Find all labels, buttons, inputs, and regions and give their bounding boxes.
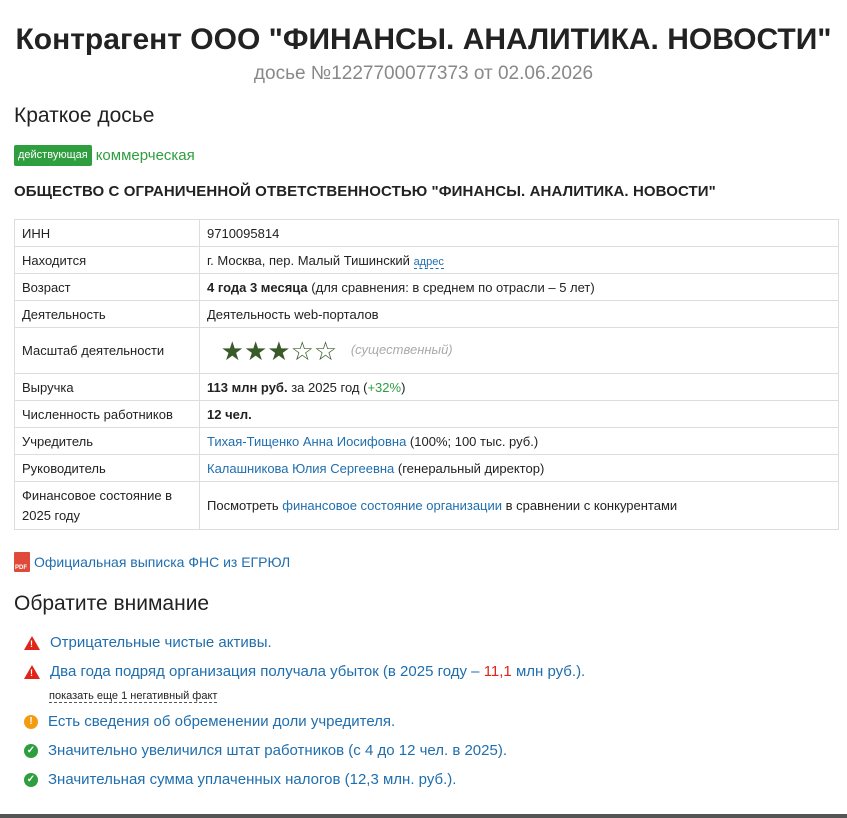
attention-heading: Обратите внимание [14,592,210,615]
star-filled-icon: ★ [267,335,291,366]
table-row: Численность работников 12 чел. [14,400,839,428]
dossier-subtitle: досье №1227700077373 от 02.06.2026 [253,63,594,84]
finance-link[interactable]: финансовое состояние организации [282,498,502,513]
activity-value: Деятельность web-порталов [199,300,839,328]
page-title: Контрагент ООО "ФИНАНСЫ. АНАЛИТИКА. НОВО… [14,0,833,58]
status-type: коммерческая [95,146,195,164]
brief-heading: Краткое досье [14,104,155,127]
table-row: Находится г. Москва, пер. Малый Тишински… [14,246,839,274]
list-item: ✓ Значительно увеличился штат работников… [24,736,833,765]
head-link[interactable]: Калашникова Юлия Сергеевна [207,461,394,476]
age-label: Возраст [14,273,200,301]
table-row: Возраст 4 года 3 месяца (для сравнения: … [14,273,839,301]
note-losses-prefix: Два года подряд организация получала убы… [50,663,484,680]
table-row: Выручка 113 млн руб. за 2025 год (+32%) [14,373,839,401]
bottom-bar [0,814,847,818]
pdf-icon [14,552,30,572]
table-row: Учредитель Тихая-Тищенко Анна Иосифовна … [14,427,839,455]
star-empty-icon: ☆ [290,335,314,366]
founder-link[interactable]: Тихая-Тищенко Анна Иосифовна [207,434,406,449]
revenue-growth: +32% [367,379,402,395]
location-cell: г. Москва, пер. Малый Тишинский адрес [199,246,839,274]
list-item: ✓ Значительная сумма уплаченных налогов … [24,765,833,794]
star-filled-icon: ★ [243,335,268,366]
attention-list: ! Отрицательные чистые активы. ! Два год… [24,628,833,794]
list-item: ! Отрицательные чистые активы. [24,628,833,657]
warning-icon: ! [24,664,40,679]
note-taxes[interactable]: Значительная сумма уплаченных налогов (1… [48,771,456,788]
staff-label: Численность работников [14,400,200,428]
note-encumbrance[interactable]: Есть сведения об обременении доли учреди… [48,713,395,730]
table-row: ИНН 9710095814 [14,219,839,247]
head-label: Руководитель [14,454,200,482]
age-cell: 4 года 3 месяца (для сравнения: в средне… [199,273,839,301]
scale-cell: ★ ★ ★ ☆ ☆ (существенный) [199,327,839,374]
finance-suffix: в сравнении с конкурентами [502,498,678,513]
revenue-cell: 113 млн руб. за 2025 год (+32%) [199,373,839,401]
finance-label: Финансовое состояние в 2025 году [14,481,200,530]
revenue-label: Выручка [14,373,200,401]
star-filled-icon: ★ [220,335,244,366]
list-item: ! Есть сведения об обременении доли учре… [24,707,833,736]
revenue-close: ) [401,379,406,395]
scale-label: Масштаб деятельности [14,327,200,374]
company-full-name: ОБЩЕСТВО С ОГРАНИЧЕННОЙ ОТВЕТСТВЕННОСТЬЮ… [14,183,716,200]
egrul-extract-link[interactable]: Официальная выписка ФНС из ЕГРЮЛ [34,554,290,570]
status-badge: действующая [14,144,92,166]
note-negative-assets[interactable]: Отрицательные чистые активы. [50,634,272,651]
note-losses-value: 11,1 [483,663,512,680]
staff-cell: 12 чел. [199,400,839,428]
status-row: действующая коммерческая [14,144,833,166]
show-more-link[interactable]: показать еще 1 негативный факт [49,690,218,703]
age-value: 4 года 3 месяца [207,279,308,295]
egrul-extract-row[interactable]: Официальная выписка ФНС из ЕГРЮЛ [14,552,833,572]
inn-label: ИНН [14,219,200,247]
finance-prefix: Посмотреть [207,498,283,513]
location-label: Находится [14,246,200,274]
check-icon: ✓ [24,743,38,758]
note-losses[interactable]: Два года подряд организация получала убы… [50,663,585,680]
founder-cell: Тихая-Тищенко Анна Иосифовна (100%; 100 … [199,427,839,455]
finance-cell: Посмотреть финансовое состояние организа… [199,481,839,530]
revenue-value: 113 млн руб. [207,379,288,395]
exclamation-icon: ! [24,714,38,729]
age-note: (для сравнения: в среднем по отрасли – 5… [307,279,595,295]
activity-label: Деятельность [14,300,200,328]
inn-value: 9710095814 [199,219,839,247]
check-icon: ✓ [24,772,38,787]
head-note: (генеральный директор) [394,460,545,476]
address-link[interactable]: адрес [413,255,444,269]
scale-stars: ★ ★ ★ ☆ ☆ [221,338,338,364]
company-short-name: ООО "ФИНАНСЫ. АНАЛИТИКА. НОВОСТИ" [190,23,832,56]
note-losses-suffix: млн руб.). [511,663,586,680]
list-item: ! Два года подряд организация получала у… [24,657,833,686]
info-table: ИНН 9710095814 Находится г. Москва, пер.… [14,219,839,530]
scale-note: (существенный) [350,341,453,357]
note-staff-growth[interactable]: Значительно увеличился штат работников (… [48,742,507,759]
head-cell: Калашникова Юлия Сергеевна (генеральный … [199,454,839,482]
table-row: Финансовое состояние в 2025 году Посмотр… [14,481,839,530]
staff-value: 12 чел. [207,406,252,422]
warning-icon: ! [24,635,40,650]
founder-note: (100%; 100 тыс. руб.) [406,433,539,449]
table-row: Масштаб деятельности ★ ★ ★ ☆ ☆ (существенный… [14,327,839,374]
founder-label: Учредитель [14,427,200,455]
table-row: Деятельность Деятельность web-порталов [14,300,839,328]
title-prefix: Контрагент [15,23,182,56]
location-value: г. Москва, пер. Малый Тишинский [207,252,410,268]
revenue-year: за 2025 год ( [287,379,368,395]
star-empty-icon: ☆ [313,335,338,366]
table-row: Руководитель Калашникова Юлия Сергеевна … [14,454,839,482]
